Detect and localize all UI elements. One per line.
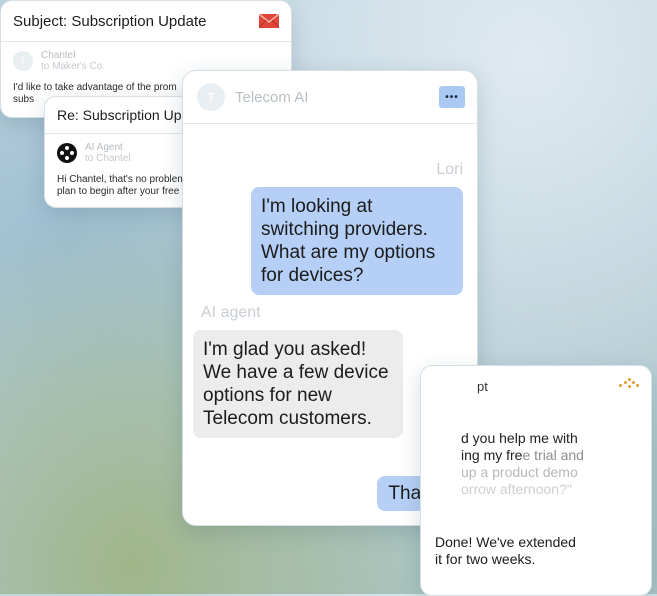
script-prompt: d you help me with ing my free trial and… — [461, 430, 651, 498]
prompt-line: d you help me with — [461, 430, 578, 446]
more-options-button[interactable]: ••• — [439, 86, 465, 108]
sender-name: Chantel — [41, 50, 76, 61]
reply-line: Done! We've extended — [435, 534, 576, 550]
reply-line: it for two weeks. — [435, 551, 536, 567]
script-card[interactable]: pt d you help me with ing my free trial … — [420, 365, 652, 596]
prompt-line: orrow afternoon?" — [461, 481, 572, 497]
mail-icon[interactable] — [259, 14, 279, 28]
avatar: T — [197, 83, 225, 111]
chat-title: Telecom AI — [235, 88, 309, 106]
avatar: T — [13, 51, 33, 71]
prompt-text-faded: e trial and — [522, 447, 584, 463]
email-subject: Subject: Subscription Update — [13, 12, 207, 30]
recipient-name: to Chantel — [85, 153, 131, 164]
script-reply: Done! We've extended it for two weeks. — [435, 534, 576, 568]
email-header: Subject: Subscription Update — [1, 1, 291, 42]
prompt-line: ing my free trial and — [461, 447, 651, 464]
agent-logo-icon — [57, 143, 77, 163]
email-subject: Re: Subscription Upda — [57, 107, 198, 123]
prompt-line: up a product demo — [461, 464, 578, 480]
chat-header: T Telecom AI ••• — [183, 71, 477, 124]
agent-message-bubble: I'm glad you asked! We have a few device… — [193, 330, 403, 438]
recipient-name: to Maker's Co. — [41, 61, 106, 72]
sender-name: AI Agent — [85, 142, 123, 153]
agent-name-label: AI agent — [201, 304, 261, 321]
user-message-bubble: I'm looking at switching providers. What… — [251, 187, 463, 295]
prompt-text: ing my fre — [461, 447, 523, 463]
user-name-label: Lori — [436, 161, 463, 178]
sparkle-icon — [619, 378, 639, 392]
script-title: pt — [477, 379, 488, 394]
